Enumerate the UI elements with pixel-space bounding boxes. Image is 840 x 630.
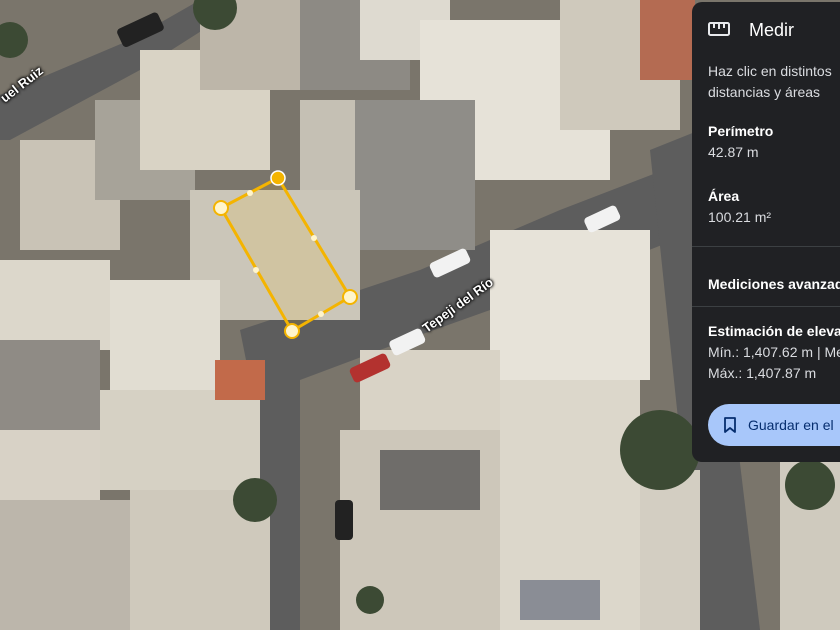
- measure-midpoint[interactable]: [253, 267, 259, 273]
- ruler-icon: [708, 22, 730, 36]
- perimeter-label: Perímetro: [708, 123, 774, 139]
- measure-vertex[interactable]: [213, 200, 229, 216]
- area-value: 100.21 m²: [708, 209, 772, 225]
- measure-midpoint[interactable]: [318, 311, 324, 317]
- measure-midpoint[interactable]: [311, 235, 317, 241]
- instruction-line-2: distancias y áreas: [708, 84, 821, 100]
- elevation-label: Estimación de eleva: [708, 323, 840, 339]
- panel-divider: [692, 246, 840, 247]
- measure-vertex[interactable]: [284, 323, 300, 339]
- perimeter-value: 42.87 m: [708, 144, 759, 160]
- elevation-max: Máx.: 1,407.87 m: [708, 365, 817, 381]
- measure-vertex[interactable]: [270, 170, 286, 186]
- elevation-min: Mín.: 1,407.62 m | Me: [708, 344, 840, 360]
- bookmark-icon: [724, 417, 736, 433]
- measure-midpoint[interactable]: [247, 190, 253, 196]
- panel-divider: [692, 306, 840, 307]
- panel-title: Medir: [749, 20, 795, 40]
- instruction-line-1: Haz clic en distintos: [708, 63, 832, 79]
- panel-header: Medir: [692, 2, 840, 56]
- area-label: Área: [708, 188, 740, 204]
- save-button[interactable]: Guardar en el: [708, 404, 840, 446]
- measure-vertex[interactable]: [342, 289, 358, 305]
- save-button-label: Guardar en el: [748, 417, 834, 433]
- advanced-measurements-toggle[interactable]: Mediciones avanzad: [708, 276, 840, 292]
- panel-instructions: Haz clic en distintos distancias y áreas: [708, 61, 832, 103]
- measure-panel: Medir Haz clic en distintos distancias y…: [692, 2, 840, 462]
